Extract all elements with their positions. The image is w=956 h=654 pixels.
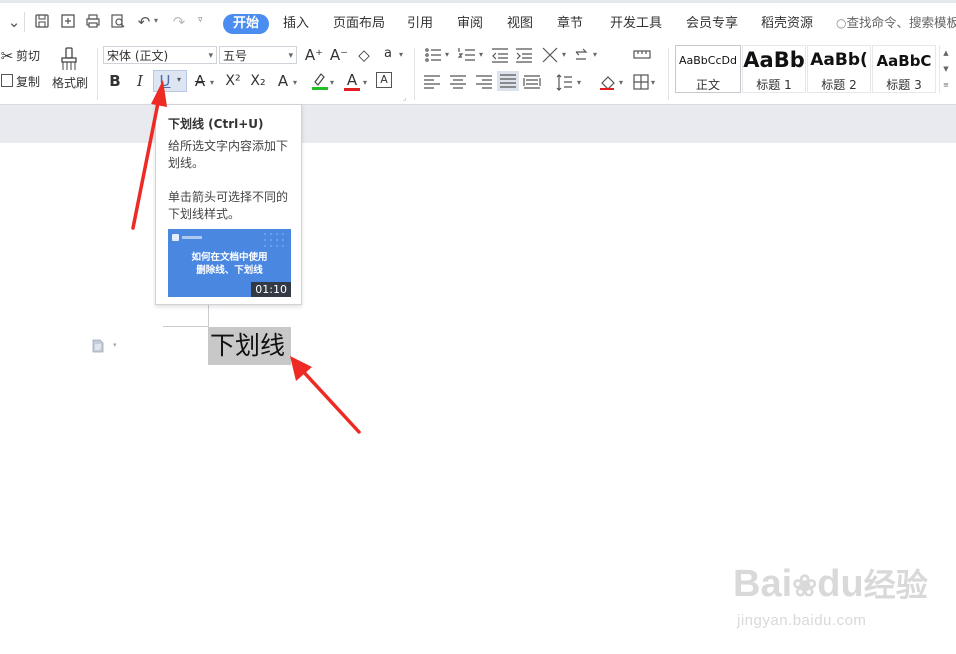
watermark-brand2: du <box>817 563 864 605</box>
watermark-brand: Bai <box>733 563 793 605</box>
arrow-to-underline-button <box>131 80 167 230</box>
annotation-arrows <box>131 80 361 434</box>
arrow-to-selected-text <box>290 356 361 434</box>
baidu-watermark: Bai❀du经验 <box>733 562 928 609</box>
watermark-url: jingyan.baidu.com <box>737 612 867 629</box>
paw-icon: ❀ <box>792 570 818 603</box>
watermark-brand3: 经验 <box>863 567 928 603</box>
